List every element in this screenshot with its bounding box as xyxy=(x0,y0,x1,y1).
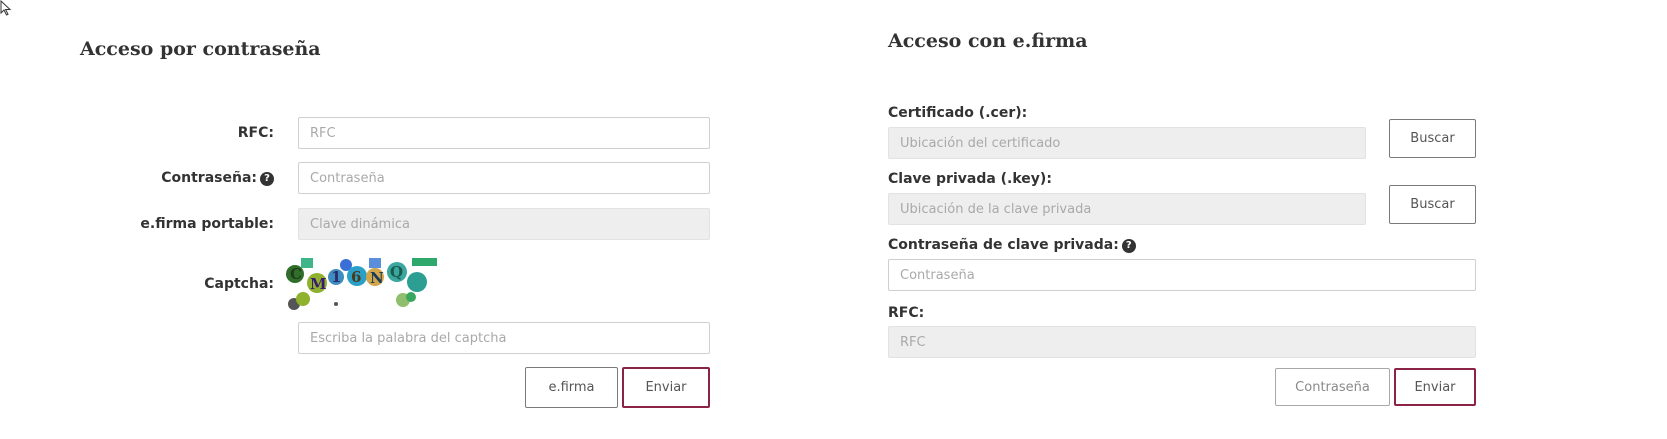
certificate-path-input[interactable] xyxy=(888,127,1366,159)
question-circle-icon[interactable]: ? xyxy=(1121,239,1136,253)
efirma-login-title: Acceso con e.firma xyxy=(888,30,1088,52)
svg-text:N: N xyxy=(370,269,384,287)
svg-text:Q: Q xyxy=(390,263,403,281)
svg-text:6: 6 xyxy=(351,268,361,286)
svg-text:C: C xyxy=(290,265,302,283)
key-password-label: Contraseña de clave privada: xyxy=(888,237,1119,253)
rfc-label: RFC: xyxy=(237,125,274,141)
rfc-input[interactable] xyxy=(298,117,710,149)
efirma-button[interactable]: e.firma xyxy=(525,367,618,408)
captcha-input[interactable] xyxy=(298,322,710,354)
efirma-portable-label: e.firma portable: xyxy=(140,216,274,232)
password-login-title: Acceso por contraseña xyxy=(80,38,321,60)
private-key-path-input[interactable] xyxy=(888,193,1366,225)
captcha-image: C M 1 6 N Q xyxy=(286,258,437,310)
efirma-rfc-label: RFC: xyxy=(888,305,925,321)
password-submit-button[interactable]: Enviar xyxy=(622,367,710,408)
mouse-pointer-icon xyxy=(0,0,12,16)
efirma-rfc-input xyxy=(888,326,1476,358)
key-password-label-row: Contraseña de clave privada:? xyxy=(888,237,1136,253)
certificate-label: Certificado (.cer): xyxy=(888,105,1028,121)
password-mode-button[interactable]: Contraseña xyxy=(1275,368,1390,406)
password-input[interactable] xyxy=(298,162,710,194)
efirma-submit-button[interactable]: Enviar xyxy=(1394,368,1476,406)
captcha-label: Captcha: xyxy=(204,276,274,292)
password-label-row: Contraseña:? xyxy=(100,170,274,186)
svg-text:1: 1 xyxy=(331,268,341,286)
password-label: Contraseña: xyxy=(161,170,257,186)
key-password-input[interactable] xyxy=(888,259,1476,291)
svg-text:M: M xyxy=(310,275,327,293)
private-key-label: Clave privada (.key): xyxy=(888,171,1052,187)
dynamic-key-input xyxy=(298,208,710,240)
private-key-browse-button[interactable]: Buscar xyxy=(1389,185,1476,224)
certificate-browse-button[interactable]: Buscar xyxy=(1389,119,1476,158)
question-circle-icon[interactable]: ? xyxy=(260,172,274,186)
